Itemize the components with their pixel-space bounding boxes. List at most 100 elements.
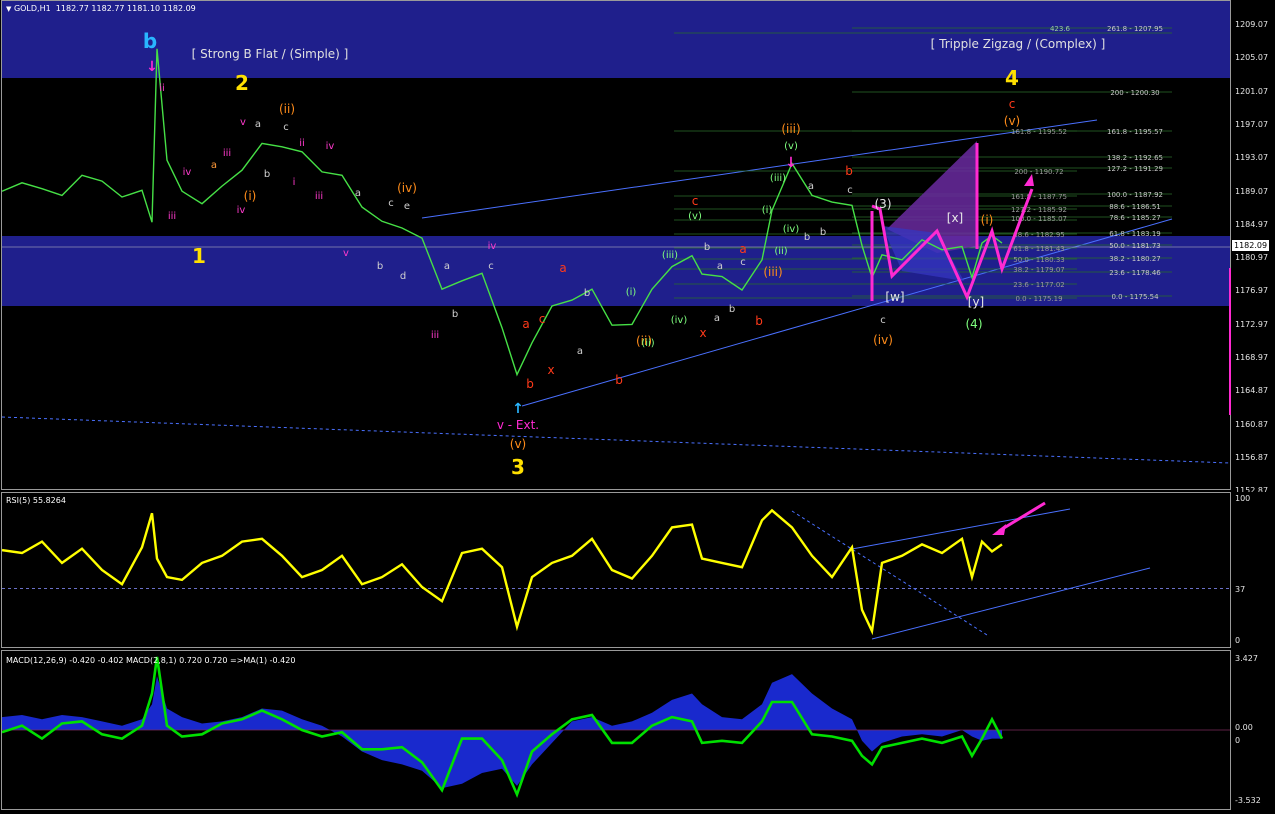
subwave-label: (v): [688, 211, 702, 222]
arrow-down-icon: ↓: [785, 155, 797, 171]
arrow-down-icon: ↓: [146, 59, 158, 75]
macd-tick: -3.532: [1235, 796, 1261, 805]
fib-label: 50.0 - 1181.73: [1109, 242, 1161, 250]
wave-label: 4: [1005, 66, 1019, 90]
price-axis[interactable]: 1209.07 1205.07 1201.07 1197.07 1193.07 1189.…: [1229, 0, 1275, 495]
dropdown-icon[interactable]: ▼: [6, 5, 11, 13]
wave-label: 2: [235, 71, 249, 95]
wave-label: c: [539, 312, 546, 326]
subwave-label: iv: [488, 241, 497, 252]
subwave-label: c: [740, 257, 746, 268]
subwave-label: iii: [223, 148, 231, 159]
fib-label: 161.8 - 1195.57: [1107, 128, 1163, 136]
price-tick: 1184.97: [1235, 219, 1269, 229]
arrow-up-icon: ↑: [512, 401, 524, 417]
subwave-label: a: [255, 119, 261, 130]
fib-label: 161.8 - 1195.52: [1011, 128, 1067, 136]
price-tick: 1156.87: [1235, 452, 1269, 462]
subwave-label: a: [717, 261, 723, 272]
subwave-label: ii: [159, 83, 165, 94]
subwave-label: iii: [168, 211, 176, 222]
price-chart-pane[interactable]: 423.6 261.8 - 1207.95 200 - 1200.30 161.8 -…: [1, 0, 1231, 490]
price-tick: 1180.97: [1235, 253, 1269, 263]
fib-label: 127.2 - 1185.92: [1011, 206, 1067, 214]
price-tick: 1197.07: [1235, 119, 1269, 129]
price-tick: 1209.07: [1235, 20, 1269, 29]
fib-label: 0.0 - 1175.19: [1015, 295, 1062, 303]
fib-label: 38.2 - 1180.27: [1109, 255, 1161, 263]
fib-label: 78.6 - 1185.27: [1109, 214, 1161, 222]
fib-label: 23.6 - 1177.02: [1013, 281, 1065, 289]
wave-label: b: [526, 377, 534, 391]
wave-label: (4): [966, 317, 983, 331]
subwave-label: b: [729, 304, 735, 315]
wave-label: c: [1009, 97, 1016, 111]
chart-header: ▼ GOLD,H1 1182.77 1182.77 1181.10 1182.0…: [6, 4, 196, 13]
wave-label: a: [559, 261, 566, 275]
price-tick: 1172.97: [1235, 319, 1269, 329]
wave-label: (iii): [763, 265, 782, 279]
subwave-label: b: [452, 309, 458, 320]
subwave-label: (i): [626, 287, 637, 298]
rsi-axis[interactable]: 100 37 0: [1231, 492, 1275, 648]
macd-chart: [2, 656, 1230, 799]
wave-label: x: [547, 363, 554, 377]
wave-label: (i): [981, 213, 994, 227]
fib-label: 127.2 - 1191.29: [1107, 165, 1163, 173]
fib-label: 423.6: [1050, 25, 1071, 33]
wave-label: a: [739, 242, 746, 256]
wave-label: (iv): [873, 333, 893, 347]
subwave-label: iii: [315, 191, 323, 202]
subwave-label: (iii): [662, 250, 678, 261]
macd-label: MACD(12,26,9) -0.420 -0.402 MACD(2,8,1) …: [6, 656, 296, 665]
subwave-label: b: [820, 227, 826, 238]
wave-label: b: [143, 29, 157, 53]
subwave-label: a: [211, 160, 217, 171]
fib-label: 50.0 - 1180.33: [1013, 256, 1065, 264]
subwave-label: a: [714, 313, 720, 324]
subwave-label: c: [388, 198, 394, 209]
fib-label: 138.2 - 1192.65: [1107, 154, 1163, 162]
subwave-label: v: [343, 248, 349, 259]
wave-label: (v): [1004, 114, 1020, 128]
wave-label: b: [755, 314, 763, 328]
price-tick: 1168.97: [1235, 353, 1269, 362]
wave-label: a: [522, 317, 529, 331]
subwave-label: v: [240, 117, 246, 128]
macd-tick: 3.427: [1235, 654, 1258, 663]
wave-label: v - Ext.: [497, 418, 539, 432]
subwave-label: c: [847, 185, 853, 196]
price-tick: 1205.07: [1235, 53, 1269, 63]
magenta-arrow: [998, 501, 1046, 533]
subwave-label: a: [444, 261, 450, 272]
macd-axis[interactable]: 3.427 0.00 0 -3.532: [1231, 650, 1275, 810]
subwave-label: b: [264, 169, 270, 180]
wave-label: (3): [875, 197, 892, 211]
subwave-label: i: [293, 177, 296, 188]
fib-label: 88.6 - 1182.95: [1013, 231, 1065, 239]
symbol-label: GOLD,H1: [13, 4, 51, 13]
macd-pane[interactable]: MACD(12,26,9) -0.420 -0.402 MACD(2,8,1) …: [1, 650, 1231, 810]
rsi-pane[interactable]: RSI(5) 55.8264: [1, 492, 1231, 648]
price-tick: 1164.87: [1235, 386, 1269, 396]
subwave-label: (iv): [783, 224, 800, 235]
subwave-label: c: [880, 315, 886, 326]
wave-label: (ii): [279, 102, 295, 116]
subwave-label: b: [704, 242, 710, 253]
subwave-label: d: [400, 271, 406, 282]
wave-label: 1: [192, 244, 206, 268]
fib-label: 200 - 1190.72: [1014, 168, 1063, 176]
subwave-label: b: [377, 261, 383, 272]
fib-label: 161.8 - 1187.75: [1011, 193, 1067, 201]
rsi-label: RSI(5) 55.8264: [6, 496, 66, 505]
wave-label: b: [615, 373, 623, 387]
macd-tick: 0: [1235, 736, 1241, 745]
wave-label: [y]: [968, 295, 984, 309]
wave-label: 3: [511, 455, 525, 479]
rsi-line: [2, 508, 1003, 636]
current-price-tag: 1182.09: [1232, 240, 1270, 251]
price-chart: 423.6 261.8 - 1207.95200 - 1200.30161.8 -…: [2, 1, 1230, 479]
wave-label: (iv): [397, 181, 417, 195]
subwave-label: iv: [326, 141, 335, 152]
subwave-label: ii: [299, 138, 305, 149]
